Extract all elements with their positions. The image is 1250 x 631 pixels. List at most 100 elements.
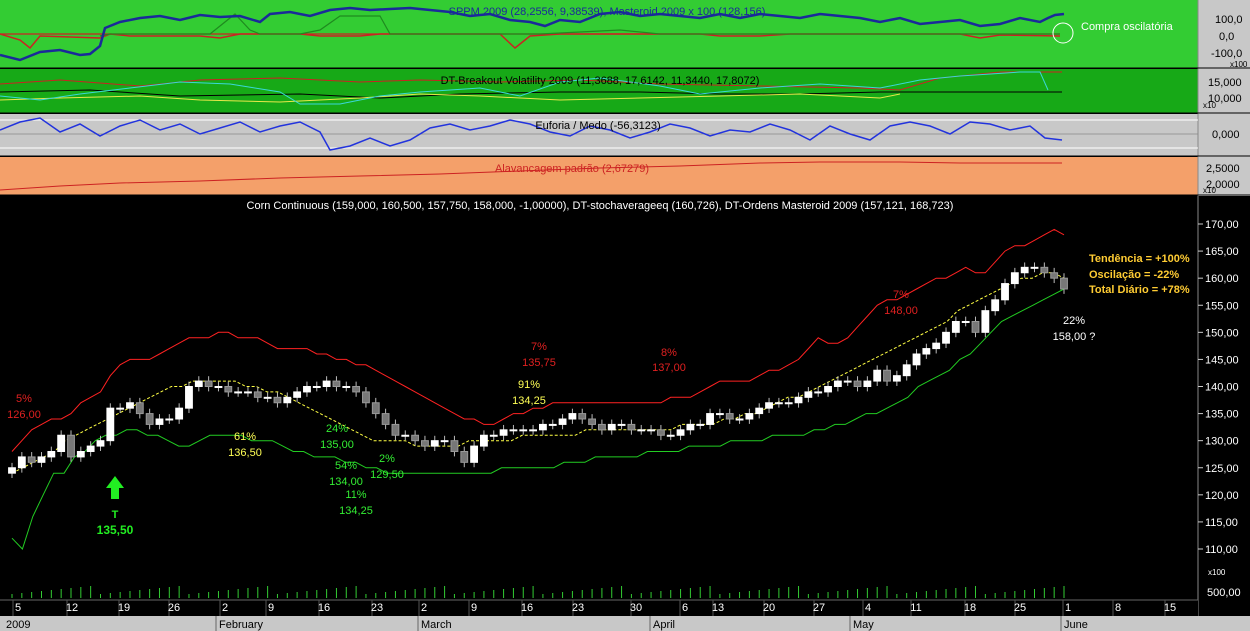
x-day-label: 19 (118, 602, 130, 614)
candle-up (991, 299, 1000, 312)
annotation-green-pct: 11% (345, 489, 366, 501)
candle-up (529, 429, 537, 432)
x-day-label: 18 (964, 602, 976, 614)
x-day-label: 15 (1164, 602, 1176, 614)
annotation-red-pct: 5% (16, 393, 32, 405)
sppm-note: Compra oscilatória (1081, 21, 1174, 33)
x-day-label: 11 (910, 602, 921, 614)
x-day-label: 12 (66, 602, 78, 614)
candle-up (185, 386, 193, 409)
annotation-green-val: 135,00 (320, 439, 354, 451)
candle-up (548, 423, 557, 426)
candle-down (450, 440, 459, 452)
y-tick-label: 135,00 (1205, 409, 1239, 421)
candle-down (273, 396, 282, 404)
candle-up (1001, 283, 1009, 301)
candle-up (539, 423, 547, 431)
x-day-label: 13 (712, 602, 724, 614)
candle-down (627, 423, 636, 431)
x-day-label: 6 (682, 602, 688, 614)
main-title: Corn Continuous (159,000, 160,500, 157,7… (247, 200, 954, 212)
annotation-red-pct: 7% (531, 341, 547, 353)
annotation-white-val: 158,00 ? (1053, 331, 1096, 343)
candle-up (932, 342, 941, 350)
candle-up (155, 418, 164, 425)
annotation-green-val: 134,00 (329, 476, 363, 488)
sppm-tick-top: 100,0 (1215, 14, 1243, 26)
candle-down (371, 402, 380, 415)
y-tick-label: 125,00 (1205, 463, 1239, 475)
candle-up (617, 423, 626, 426)
breakout-scale-label: x10 (1203, 101, 1216, 110)
candle-up (568, 413, 577, 420)
x-day-label: 16 (521, 602, 533, 614)
x-day-label: 26 (168, 602, 180, 614)
candle-down (362, 391, 370, 404)
candle-up (892, 375, 901, 382)
candle-up (8, 467, 16, 474)
candle-up (47, 451, 56, 458)
candle-up (696, 423, 705, 426)
y-tick-label: 130,00 (1205, 436, 1239, 448)
candle-up (706, 413, 714, 425)
candle-up (824, 386, 832, 393)
annotation-red-val: 135,75 (522, 357, 556, 369)
annotation-yellow-val: 134,25 (512, 395, 546, 407)
x-month-label: June (1064, 619, 1088, 631)
x-month-label: March (421, 619, 452, 631)
annotation-red-pct: 7% (893, 289, 909, 301)
candle-up (755, 407, 764, 415)
candle-up (214, 386, 223, 388)
candle-down (27, 456, 36, 463)
candle-up (234, 391, 243, 394)
alavancagem-scale-label: x10 (1203, 186, 1216, 195)
x-day-label: 5 (15, 602, 21, 614)
y-tick-label: 170,00 (1205, 219, 1239, 231)
breakout-title: DT-Breakout Volatility 2009 (11,3688, 17… (441, 75, 760, 87)
candle-down (725, 413, 734, 420)
x-day-label: 9 (268, 602, 274, 614)
candle-down (352, 386, 361, 393)
candle-up (784, 402, 793, 405)
candle-up (106, 407, 115, 442)
month-axis-bar (0, 616, 1250, 631)
candle-down (578, 413, 587, 420)
breakout-tick-top: 15,000 (1208, 77, 1242, 89)
candle-up (961, 321, 970, 323)
x-day-label: 30 (630, 602, 642, 614)
candle-down (391, 423, 400, 436)
annotation-red-val: 126,00 (7, 409, 41, 421)
corn-trading-chart: SPPM 2009 (28,2556, 9,38539), Masteroid … (0, 0, 1250, 631)
candle-up (814, 391, 823, 394)
euforia-title: Euforia / Medo (-56,3123) (535, 120, 660, 132)
info-oscilacao: Oscilação = -22% (1089, 269, 1179, 281)
candle-up (981, 310, 990, 333)
x-day-label: 4 (865, 602, 871, 614)
volume-tick: 500,00 (1207, 587, 1241, 599)
candle-up (440, 440, 449, 443)
candle-up (86, 445, 95, 453)
x-month-label: February (219, 619, 264, 631)
candle-up (175, 407, 184, 420)
candle-up (804, 391, 813, 398)
annotation-red-pct: 8% (661, 347, 677, 359)
candle-up (843, 380, 852, 383)
candle-up (1010, 272, 1019, 285)
candle-up (765, 402, 773, 409)
candle-up (116, 407, 125, 410)
candle-down (135, 402, 144, 415)
annotation-green-pct: 24% (326, 423, 348, 435)
volume-scale-label: x100 (1208, 568, 1226, 577)
candle-up (263, 396, 272, 399)
candle-up (57, 434, 66, 452)
candle-down (656, 429, 665, 436)
candle-down (204, 380, 213, 388)
x-day-label: 23 (371, 602, 383, 614)
annotation-red-val: 137,00 (652, 362, 686, 374)
candle-up (873, 369, 882, 382)
candle-up (558, 418, 567, 425)
candle-up (942, 331, 950, 344)
alavancagem-tick-top: 2,5000 (1206, 163, 1240, 175)
x-day-label: 27 (813, 602, 825, 614)
signal-letter: T (112, 509, 119, 521)
